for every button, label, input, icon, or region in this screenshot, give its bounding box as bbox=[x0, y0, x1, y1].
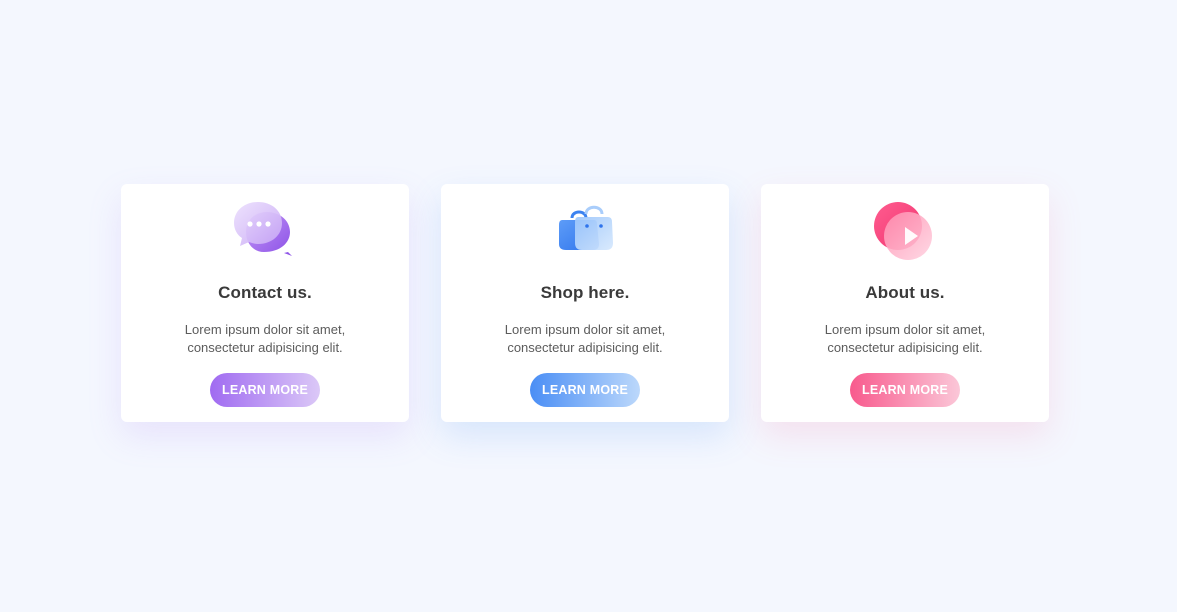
card-about-us: About us. Lorem ipsum dolor sit amet, co… bbox=[761, 184, 1049, 422]
shopping-bags-icon bbox=[550, 198, 620, 264]
card-title: About us. bbox=[865, 283, 945, 302]
learn-more-button[interactable]: LEARN MORE bbox=[850, 373, 960, 407]
card-description-line: Lorem ipsum dolor sit amet, bbox=[504, 322, 666, 337]
chat-bubbles-icon bbox=[230, 198, 300, 264]
play-video-icon bbox=[870, 198, 940, 264]
card-description: Lorem ipsum dolor sit amet, consectetur … bbox=[121, 321, 409, 357]
learn-more-button[interactable]: LEARN MORE bbox=[210, 373, 320, 407]
card-title: Contact us. bbox=[218, 283, 312, 302]
learn-more-button[interactable]: LEARN MORE bbox=[530, 373, 640, 407]
card-title: Shop here. bbox=[540, 283, 630, 302]
card-description-line: consectetur adipisicing elit. bbox=[827, 340, 983, 355]
card-description-line: Lorem ipsum dolor sit amet, bbox=[184, 322, 346, 337]
card-description-line: consectetur adipisicing elit. bbox=[507, 340, 663, 355]
card-description-line: Lorem ipsum dolor sit amet, bbox=[824, 322, 986, 337]
card-shop-here: Shop here. Lorem ipsum dolor sit amet, c… bbox=[441, 184, 729, 422]
card-description: Lorem ipsum dolor sit amet, consectetur … bbox=[761, 321, 1049, 357]
cards-container: Contact us. Lorem ipsum dolor sit amet, … bbox=[121, 184, 1049, 422]
card-contact-us: Contact us. Lorem ipsum dolor sit amet, … bbox=[121, 184, 409, 422]
card-description: Lorem ipsum dolor sit amet, consectetur … bbox=[441, 321, 729, 357]
card-description-line: consectetur adipisicing elit. bbox=[187, 340, 343, 355]
